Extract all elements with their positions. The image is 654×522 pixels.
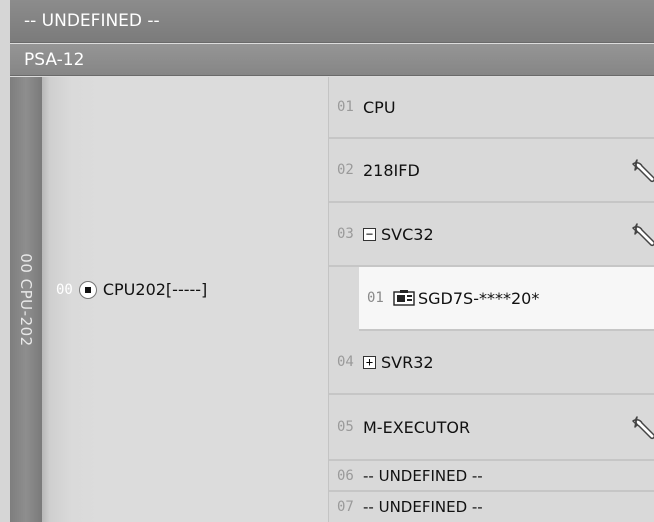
undefined-header-bar[interactable]: -- UNDEFINED -- <box>10 0 654 43</box>
slot-number: 04 <box>337 354 354 370</box>
cpu-radio-icon <box>78 280 97 299</box>
slot-name: -- UNDEFINED -- <box>363 498 483 516</box>
slot-04[interactable]: 04 + SVR32 <box>329 331 654 395</box>
header-title: -- UNDEFINED -- <box>24 11 160 31</box>
cpu-area: 00 CPU202[-----] <box>42 77 328 522</box>
cpu-item[interactable]: 00 CPU202[-----] <box>56 280 207 299</box>
slot-name: SVC32 <box>381 224 434 244</box>
slot-number: 03 <box>337 226 354 242</box>
wrench-icon[interactable] <box>629 154 654 186</box>
slot-05[interactable]: 05 M-EXECUTOR <box>329 395 654 461</box>
left-edge <box>0 0 10 522</box>
unit-name: PSA-12 <box>24 49 85 70</box>
plus-box-icon[interactable]: + <box>363 355 376 369</box>
slot-number: 01 <box>337 99 354 115</box>
slot-number: 05 <box>337 419 354 435</box>
slot-name: -- UNDEFINED -- <box>363 466 483 485</box>
slot-07[interactable]: 07 -- UNDEFINED -- <box>329 492 654 522</box>
rack-label: 00 CPU-202 <box>17 252 35 347</box>
slot-name: SVR32 <box>381 352 434 372</box>
wrench-icon[interactable] <box>629 411 654 443</box>
slot-03[interactable]: 03 − SVC32 <box>329 203 654 267</box>
slot-number: 07 <box>337 499 354 515</box>
slot-name: SGD7S-****20* <box>418 288 540 308</box>
sub-slot-01[interactable]: 01 SGD7S-****20* <box>359 267 654 331</box>
cpu-slot-number: 00 <box>56 281 73 298</box>
slot-01[interactable]: 01 CPU <box>329 77 654 139</box>
slot-name: M-EXECUTOR <box>363 417 471 437</box>
slot-number: 02 <box>337 162 354 178</box>
unit-header-bar[interactable]: PSA-12 <box>10 44 654 76</box>
slot-list: 01 CPU 02 218IFD 03 − SVC32 01 SGD7S-***… <box>328 77 654 522</box>
slot-name: CPU <box>363 97 396 117</box>
slot-number: 01 <box>367 290 384 306</box>
cpu-name: CPU202[-----] <box>102 280 208 299</box>
slot-name: 218IFD <box>363 160 420 180</box>
servo-module-icon <box>393 290 415 306</box>
minus-box-icon[interactable]: − <box>363 227 376 241</box>
slot-number: 06 <box>337 467 354 484</box>
wrench-icon[interactable] <box>629 218 654 250</box>
slot-06[interactable]: 06 -- UNDEFINED -- <box>329 461 654 492</box>
rack-column[interactable]: 00 CPU-202 <box>10 77 42 522</box>
slot-02[interactable]: 02 218IFD <box>329 139 654 203</box>
module-configuration-panel: -- UNDEFINED -- PSA-12 00 CPU-202 00 CPU… <box>0 0 654 522</box>
